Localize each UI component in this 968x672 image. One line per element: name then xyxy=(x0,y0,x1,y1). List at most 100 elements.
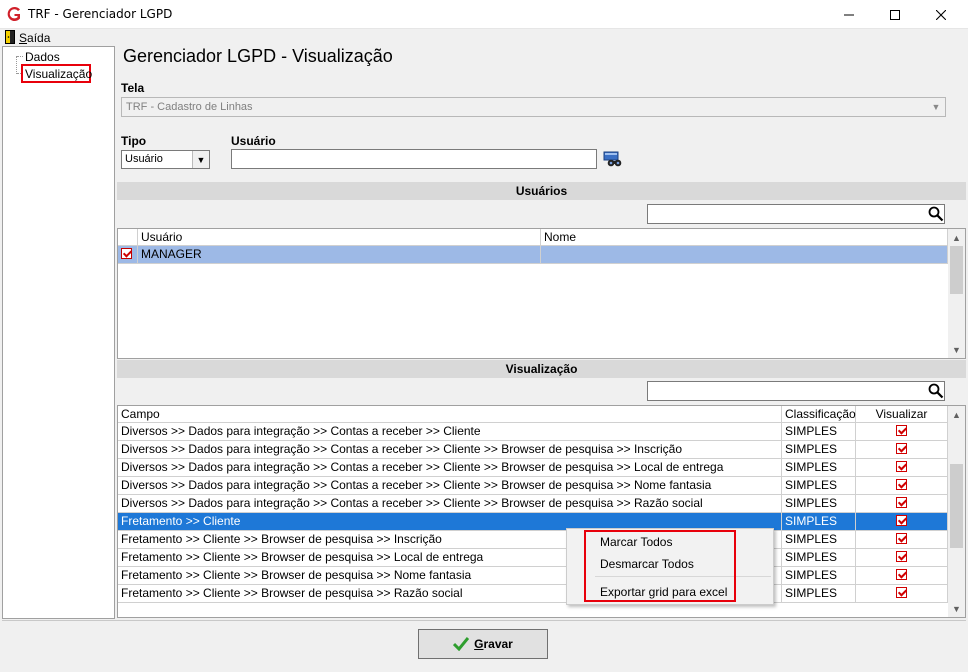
table-row-selected[interactable]: Fretamento >> Cliente SIMPLES xyxy=(118,513,948,531)
cell-classificacao: SIMPLES xyxy=(782,441,856,458)
minimize-icon xyxy=(844,14,854,15)
save-button[interactable]: Gravar xyxy=(418,629,548,659)
menu-exit-label: aída xyxy=(27,31,51,45)
tela-label: Tela xyxy=(121,81,145,95)
cell-classificacao: SIMPLES xyxy=(782,459,856,476)
minimize-button[interactable] xyxy=(826,0,872,29)
table-row[interactable]: Fretamento >> Cliente >> Browser de pesq… xyxy=(118,585,948,603)
close-button[interactable] xyxy=(918,0,964,29)
cell-visualizar xyxy=(856,441,948,458)
tree-connector xyxy=(16,56,17,74)
cell-visualizar xyxy=(856,423,948,440)
cell-usuario: MANAGER xyxy=(138,246,541,263)
table-row[interactable]: Fretamento >> Cliente >> Browser de pesq… xyxy=(118,531,948,549)
scroll-down-icon[interactable]: ▼ xyxy=(948,600,965,617)
maximize-button[interactable] xyxy=(872,0,918,29)
menu-exit[interactable]: Saída xyxy=(19,31,50,45)
cell-visualizar xyxy=(856,495,948,512)
tipo-label: Tipo xyxy=(121,134,147,148)
cell-classificacao: SIMPLES xyxy=(782,549,856,566)
column-header-nome[interactable]: Nome xyxy=(541,229,948,246)
cell-visualizar xyxy=(856,549,948,566)
cell-visualizar xyxy=(856,567,948,584)
visualizar-checkbox[interactable] xyxy=(896,551,907,562)
highlight-annotation-box xyxy=(584,530,736,602)
table-row[interactable]: Diversos >> Dados para integração >> Con… xyxy=(118,459,948,477)
scrollbar-thumb[interactable] xyxy=(950,464,963,548)
tree-item-dados[interactable]: Dados xyxy=(25,50,60,64)
scroll-down-icon[interactable]: ▼ xyxy=(948,341,965,358)
maximize-icon xyxy=(890,9,900,20)
table-row[interactable]: Fretamento >> Cliente >> Browser de pesq… xyxy=(118,567,948,585)
table-row[interactable]: Diversos >> Dados para integração >> Con… xyxy=(118,477,948,495)
visualizar-checkbox[interactable] xyxy=(896,533,907,544)
cell-campo: Diversos >> Dados para integração >> Con… xyxy=(118,441,782,458)
cell-classificacao: SIMPLES xyxy=(782,495,856,512)
usuarios-vertical-scrollbar[interactable]: ▲ ▼ xyxy=(948,229,965,358)
visualizar-checkbox[interactable] xyxy=(896,497,907,508)
visualizar-checkbox[interactable] xyxy=(896,425,907,436)
cell-classificacao: SIMPLES xyxy=(782,585,856,602)
cell-classificacao: SIMPLES xyxy=(782,513,856,530)
footer-divider xyxy=(2,620,966,621)
tree-item-visualizacao[interactable]: Visualização xyxy=(21,64,92,83)
menu-exit-mnemonic: S xyxy=(19,31,28,45)
scroll-up-icon[interactable]: ▲ xyxy=(948,406,965,423)
scrollbar-thumb[interactable] xyxy=(950,246,963,294)
cell-classificacao: SIMPLES xyxy=(782,531,856,548)
row-checkbox-cell xyxy=(118,246,138,263)
visualizar-checkbox[interactable] xyxy=(896,443,907,454)
table-row[interactable]: Diversos >> Dados para integração >> Con… xyxy=(118,441,948,459)
cell-classificacao: SIMPLES xyxy=(782,477,856,494)
column-header-campo[interactable]: Campo xyxy=(118,406,782,423)
table-row[interactable]: Diversos >> Dados para integração >> Con… xyxy=(118,423,948,441)
grid-corner xyxy=(118,229,138,246)
chevron-down-icon[interactable]: ▼ xyxy=(192,151,209,168)
visualizacao-grid: Campo Classificação Visualizar Diversos … xyxy=(117,405,966,618)
visualizar-checkbox[interactable] xyxy=(896,515,907,526)
cell-campo: Diversos >> Dados para integração >> Con… xyxy=(118,495,782,512)
row-checkbox[interactable] xyxy=(121,248,132,259)
check-icon xyxy=(453,637,470,651)
cell-classificacao: SIMPLES xyxy=(782,567,856,584)
cell-visualizar xyxy=(856,459,948,476)
column-header-usuario[interactable]: Usuário xyxy=(138,229,541,246)
window-title: TRF - Gerenciador LGPD xyxy=(28,7,173,21)
cell-nome xyxy=(541,246,948,263)
cell-classificacao: SIMPLES xyxy=(782,423,856,440)
chevron-down-icon[interactable]: ▼ xyxy=(927,98,945,116)
column-header-classificacao[interactable]: Classificação xyxy=(782,406,856,423)
visualizar-checkbox[interactable] xyxy=(896,479,907,490)
visualizar-checkbox[interactable] xyxy=(896,587,907,598)
cell-visualizar xyxy=(856,531,948,548)
column-header-visualizar[interactable]: Visualizar xyxy=(856,406,948,423)
usuarios-filter-input[interactable] xyxy=(647,204,945,224)
visualizacao-filter-input[interactable] xyxy=(647,381,945,401)
close-icon xyxy=(936,9,946,20)
cell-visualizar xyxy=(856,477,948,494)
visualizar-checkbox[interactable] xyxy=(896,461,907,472)
cell-campo: Diversos >> Dados para integração >> Con… xyxy=(118,459,782,476)
visualizar-checkbox[interactable] xyxy=(896,569,907,580)
scroll-up-icon[interactable]: ▲ xyxy=(948,229,965,246)
usuarios-section-header: Usuários xyxy=(117,182,966,200)
navigation-tree xyxy=(2,46,115,619)
cell-visualizar xyxy=(856,513,948,530)
table-row[interactable]: Diversos >> Dados para integração >> Con… xyxy=(118,495,948,513)
visualizacao-vertical-scrollbar[interactable]: ▲ ▼ xyxy=(948,406,965,617)
search-icon[interactable] xyxy=(928,206,944,222)
cell-campo: Diversos >> Dados para integração >> Con… xyxy=(118,423,782,440)
table-row[interactable]: Fretamento >> Cliente >> Browser de pesq… xyxy=(118,549,948,567)
usuario-label: Usuário xyxy=(231,134,276,148)
usuario-input[interactable] xyxy=(231,149,597,169)
save-label: ravar xyxy=(483,637,513,651)
visualizacao-section-header: Visualização xyxy=(117,360,966,378)
binoculars-search-icon[interactable] xyxy=(603,151,623,169)
exit-door-icon xyxy=(5,30,15,44)
page-title: Gerenciador LGPD - Visualização xyxy=(123,46,393,66)
table-row[interactable]: MANAGER xyxy=(118,246,948,264)
cell-visualizar xyxy=(856,585,948,602)
search-icon[interactable] xyxy=(928,383,944,399)
app-logo-icon xyxy=(7,7,20,21)
tela-combobox[interactable]: TRF - Cadastro de Linhas xyxy=(121,97,946,117)
